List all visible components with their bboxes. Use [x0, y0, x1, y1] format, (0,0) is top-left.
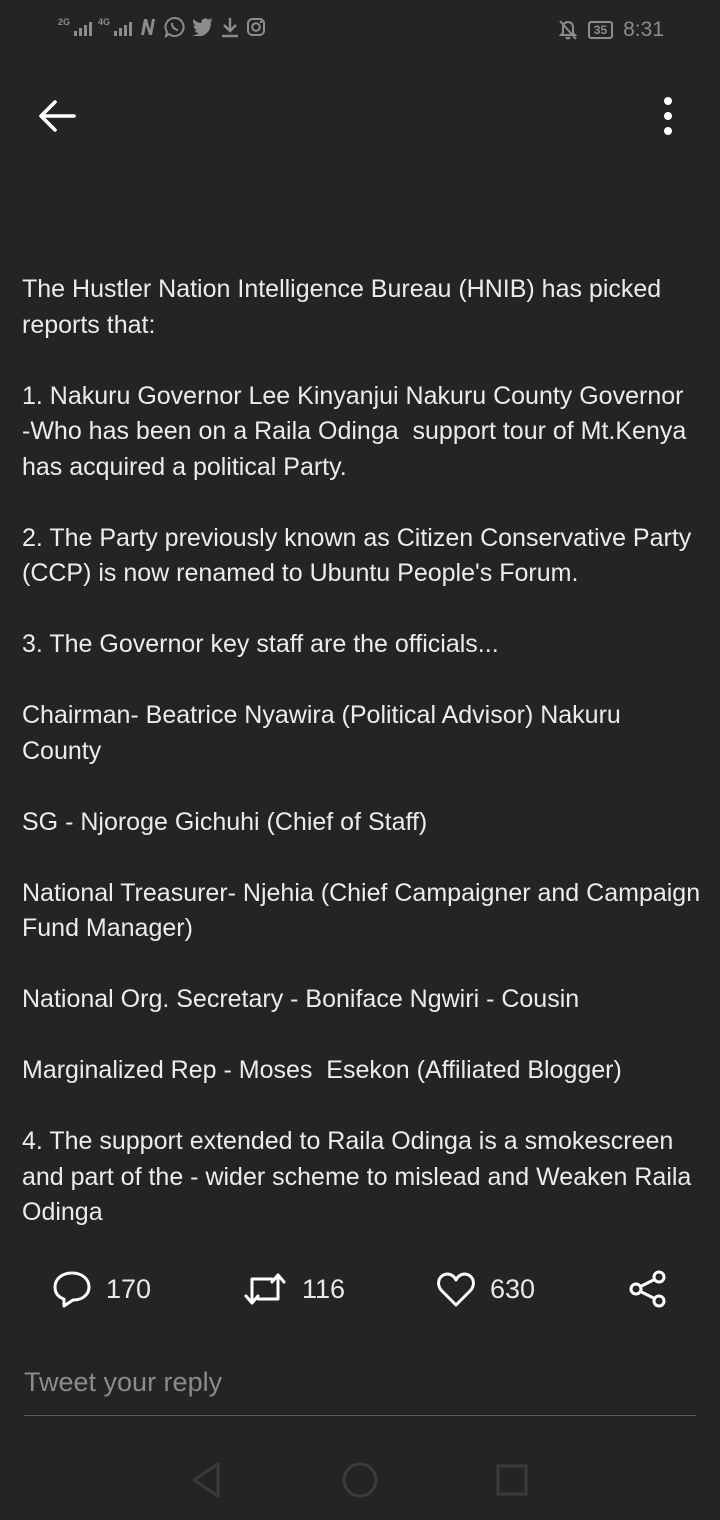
top-app-bar — [0, 62, 720, 172]
battery-icon: 35 — [587, 21, 614, 39]
retweet-icon — [244, 1273, 286, 1305]
heart-icon — [437, 1272, 475, 1307]
sim1-network-label: 2G — [58, 17, 71, 27]
comment-icon — [53, 1271, 91, 1308]
signal-icon: 2G — [58, 17, 93, 36]
nav-back-button[interactable] — [186, 1458, 230, 1502]
tweet-actions: 170 116 630 — [0, 1262, 720, 1316]
status-time: 8:31 — [623, 18, 664, 41]
circle-home-icon — [342, 1462, 378, 1498]
more-vertical-icon — [664, 97, 672, 135]
retweet-button[interactable]: 116 — [242, 1262, 345, 1316]
share-icon — [629, 1270, 666, 1308]
nav-recents-button[interactable] — [490, 1458, 534, 1502]
bell-off-icon — [558, 20, 578, 40]
reply-button[interactable]: 170 — [52, 1262, 151, 1316]
triangle-back-icon — [192, 1462, 220, 1498]
twitter-icon — [192, 18, 214, 36]
arrow-left-icon — [39, 100, 76, 132]
status-icons-left: 2G 4G — [58, 16, 266, 38]
more-options-button[interactable] — [650, 96, 686, 136]
tweet-text-fade — [0, 1228, 720, 1258]
share-button[interactable] — [628, 1262, 668, 1316]
nav-home-button[interactable] — [338, 1458, 382, 1502]
instagram-icon — [247, 18, 266, 36]
reply-count: 170 — [106, 1273, 152, 1304]
reply-input[interactable] — [24, 1360, 696, 1404]
reply-composer — [24, 1360, 696, 1416]
tweet-text: The Hustler Nation Intelligence Bureau (… — [22, 275, 701, 1226]
netflix-icon — [141, 19, 156, 35]
like-count: 630 — [490, 1273, 536, 1304]
square-recents-icon — [496, 1464, 528, 1496]
signal-icon: 4G — [98, 17, 133, 36]
back-button[interactable] — [34, 96, 80, 136]
retweet-count: 116 — [302, 1273, 346, 1304]
like-button[interactable]: 630 — [436, 1262, 535, 1316]
whatsapp-icon — [164, 17, 185, 38]
system-navigation-bar — [0, 1440, 720, 1520]
status-bar: 2G 4G 35 8:31 — [0, 0, 720, 62]
status-icons-right: 35 8:31 — [558, 18, 664, 42]
download-icon — [222, 18, 239, 38]
sim2-network-label: 4G — [98, 17, 111, 27]
